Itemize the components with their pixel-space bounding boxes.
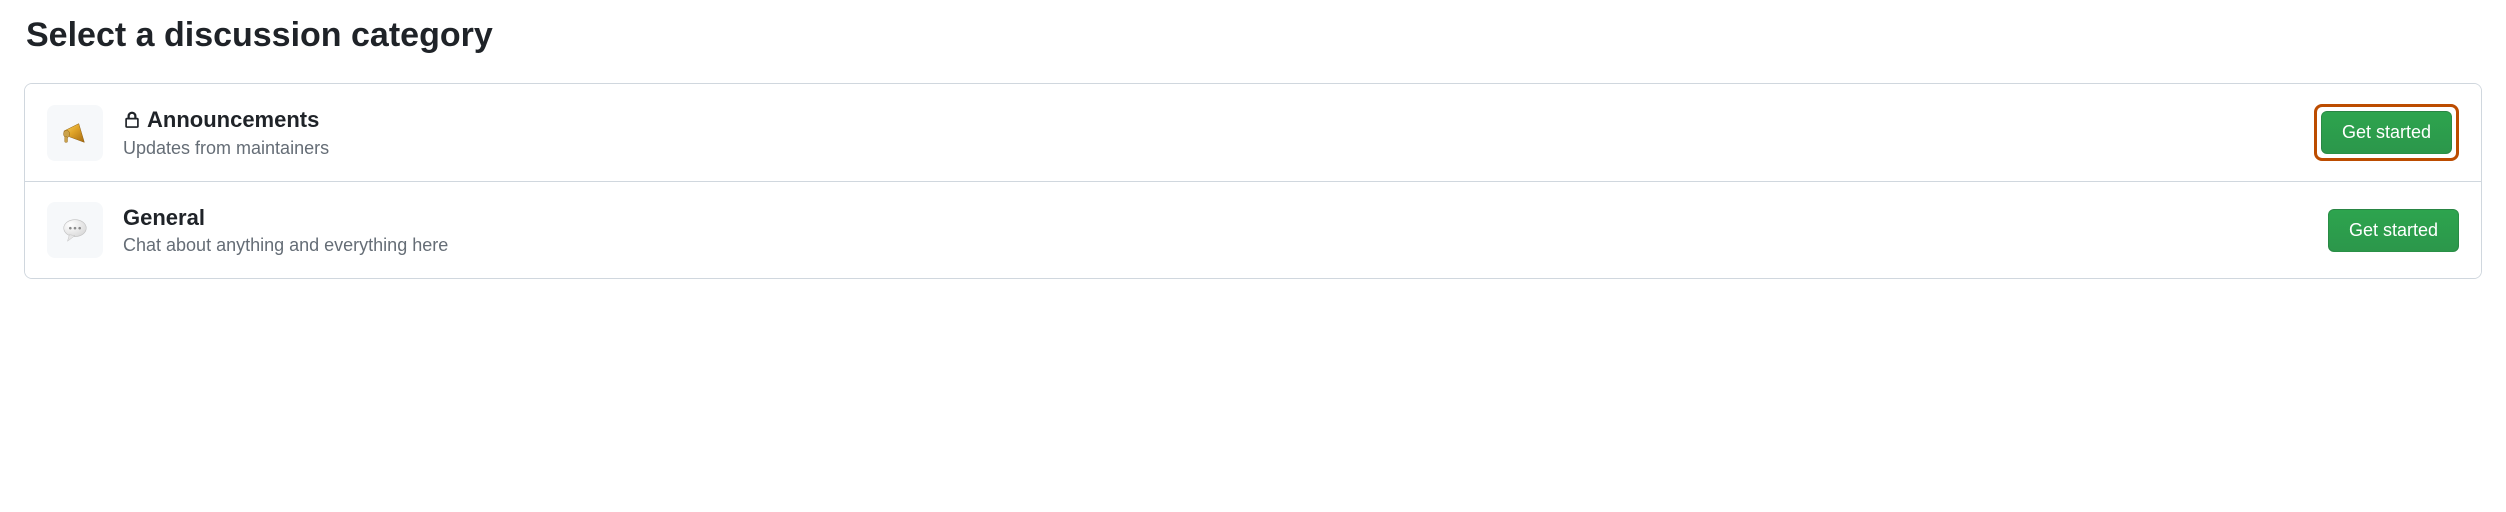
speech-balloon-icon	[47, 202, 103, 258]
megaphone-icon	[47, 105, 103, 161]
category-text: General Chat about anything and everythi…	[123, 204, 2328, 257]
category-name: General	[123, 204, 205, 232]
category-description: Updates from maintainers	[123, 138, 2314, 159]
category-description: Chat about anything and everything here	[123, 235, 2328, 256]
get-started-button[interactable]: Get started	[2321, 111, 2452, 154]
category-list: Announcements Updates from maintainers G…	[24, 83, 2482, 279]
category-name: Announcements	[147, 106, 319, 134]
category-text: Announcements Updates from maintainers	[123, 106, 2314, 159]
highlight-frame: Get started	[2314, 104, 2459, 161]
lock-icon	[123, 111, 141, 129]
category-row-general: General Chat about anything and everythi…	[25, 182, 2481, 278]
get-started-button[interactable]: Get started	[2328, 209, 2459, 252]
category-row-announcements: Announcements Updates from maintainers G…	[25, 84, 2481, 182]
page-title: Select a discussion category	[26, 16, 2482, 55]
